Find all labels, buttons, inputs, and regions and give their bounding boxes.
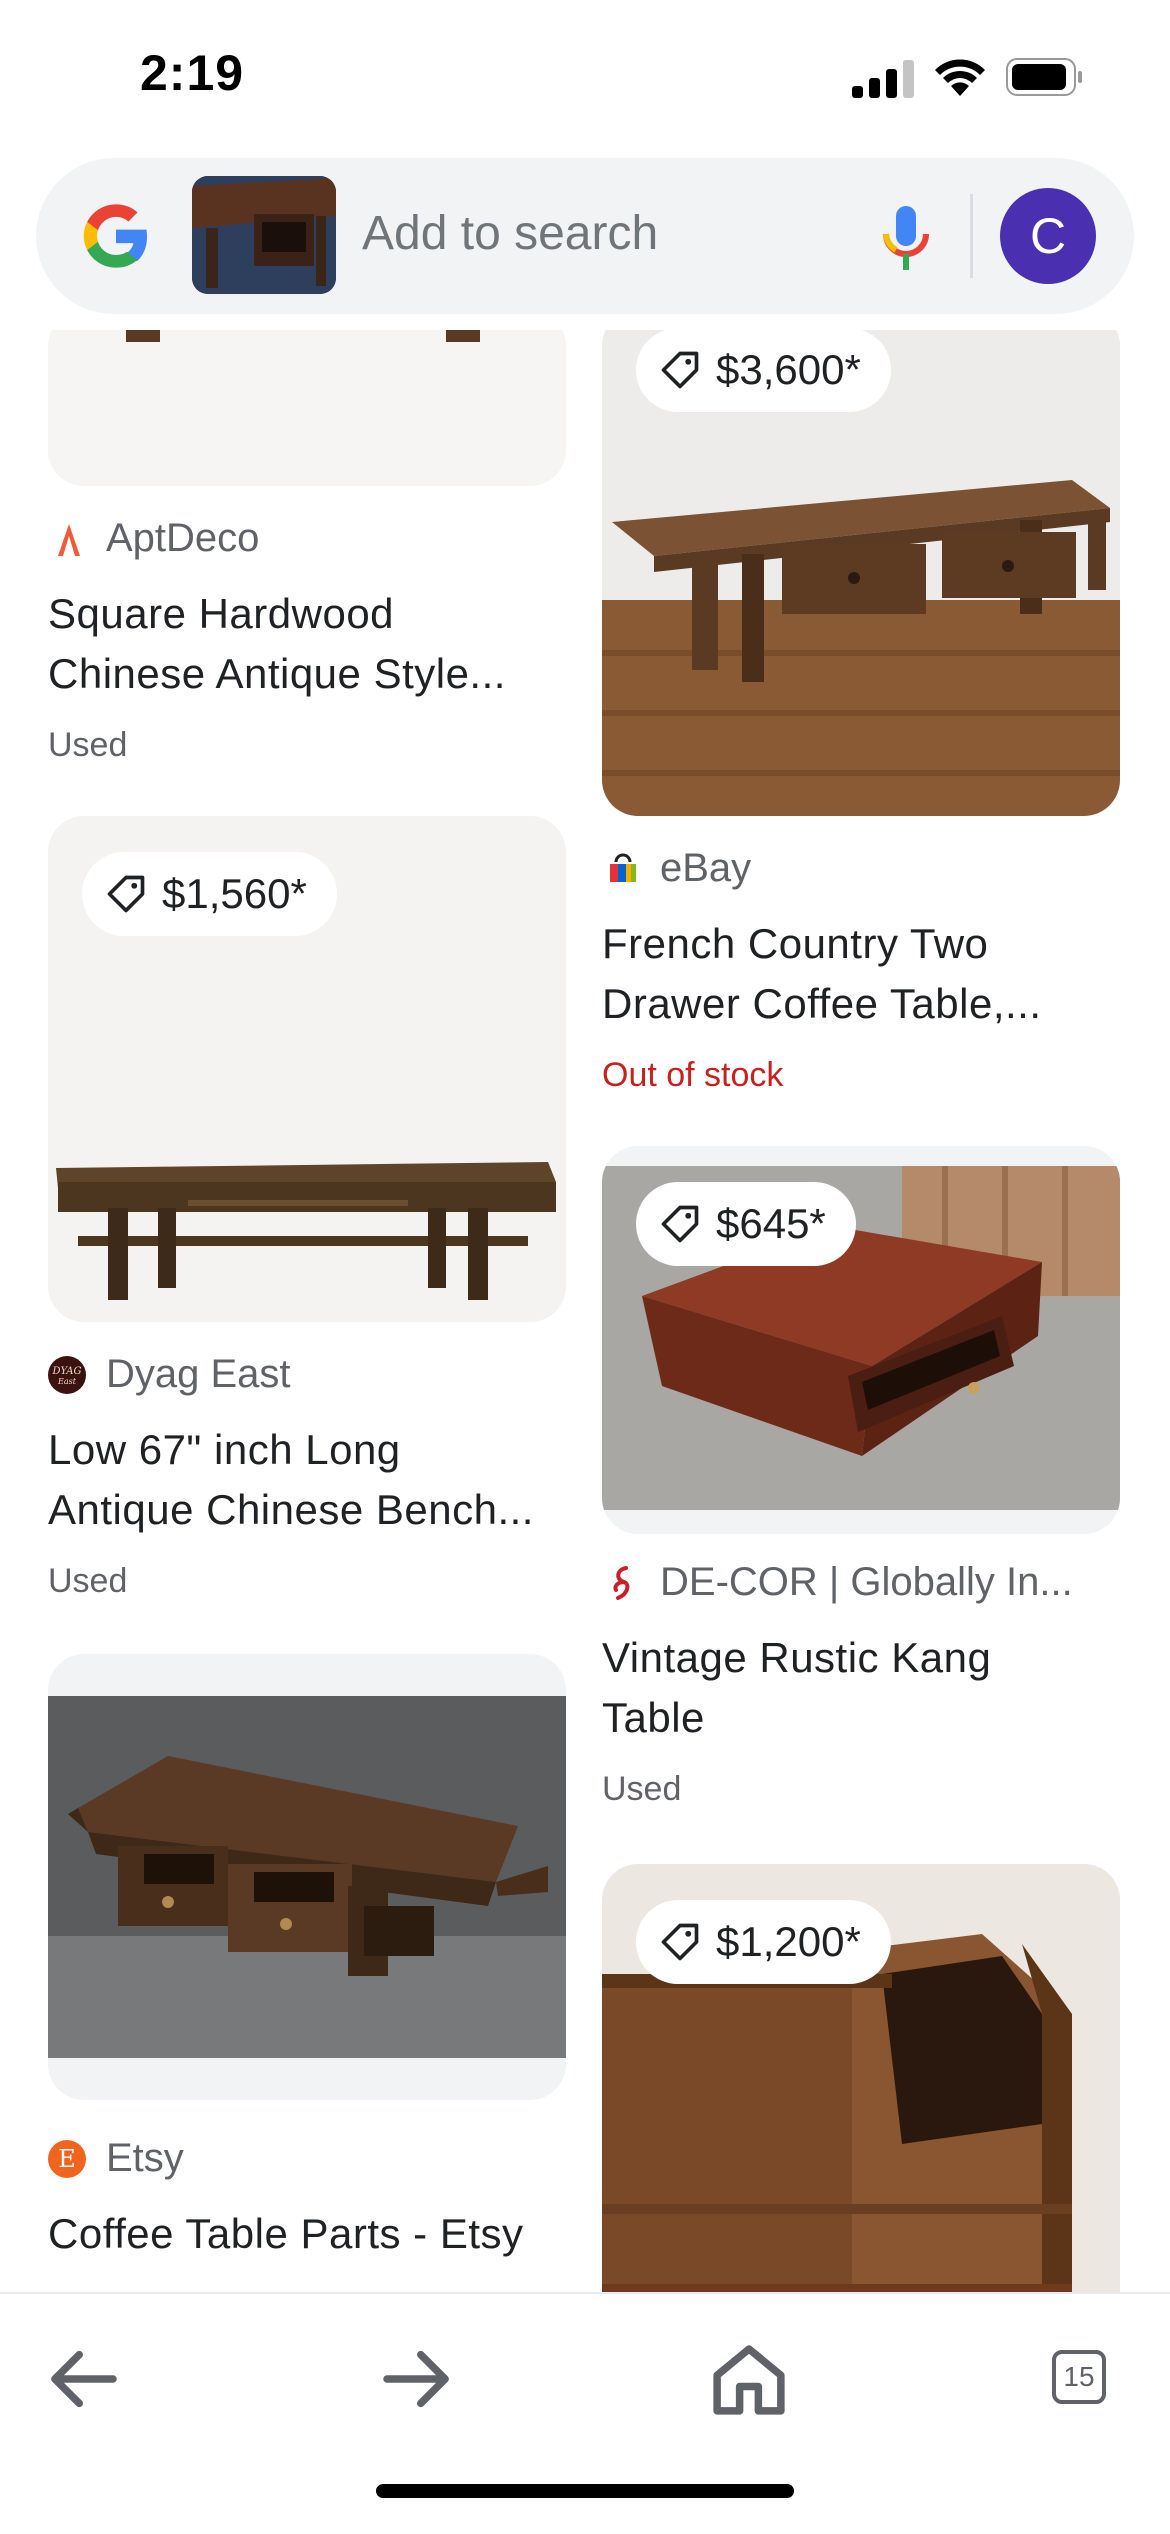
- aptdeco-logo-icon: [58, 524, 80, 556]
- tab-count: 15: [1063, 2361, 1095, 2392]
- results-feed[interactable]: AptDeco Square Hardwood Chinese Antique …: [0, 330, 1170, 2292]
- svg-text:E: E: [58, 2145, 76, 2173]
- result-source[interactable]: Etsy: [106, 2136, 184, 2181]
- cellular-signal-icon: [852, 60, 914, 98]
- price-tag-icon: [661, 1205, 699, 1243]
- result-title[interactable]: Square Hardwood Chinese Antique Style...: [48, 584, 568, 704]
- price-badge: $1,200*: [636, 1900, 891, 1984]
- result-title[interactable]: Low 67" inch Long Antique Chinese Bench.…: [48, 1420, 568, 1540]
- forward-arrow-icon[interactable]: [372, 2334, 462, 2424]
- ebay-logo-icon: [610, 853, 636, 882]
- result-title-line: Vintage Rustic Kang: [602, 1634, 992, 1681]
- result-condition: Used: [48, 726, 128, 764]
- tabs-button[interactable]: 15: [1036, 2334, 1126, 2424]
- result-title-line: Low 67" inch Long: [48, 1426, 401, 1473]
- back-arrow-icon[interactable]: [38, 2334, 128, 2424]
- battery-icon: [1006, 58, 1082, 96]
- google-logo-icon[interactable]: [78, 198, 154, 274]
- result-title-line: Antique Chinese Bench...: [48, 1486, 534, 1533]
- price-value: $645*: [716, 1200, 826, 1247]
- search-bar[interactable]: Add to search C: [36, 158, 1134, 314]
- result-title-line: Chinese Antique Style...: [48, 650, 506, 697]
- result-source[interactable]: DE-COR | Globally In...: [660, 1560, 1073, 1605]
- result-title[interactable]: Vintage Rustic Kang Table: [602, 1628, 1122, 1748]
- decor-logo-icon: [613, 1566, 630, 1600]
- etsy-logo-icon: E: [48, 2140, 86, 2178]
- result-title[interactable]: French Country Two Drawer Coffee Table,.…: [602, 914, 1122, 1034]
- price-tag-icon: [107, 875, 145, 913]
- price-badge: $645*: [636, 1182, 856, 1266]
- price-tag-icon: [661, 351, 699, 389]
- svg-text:East: East: [57, 1377, 77, 1386]
- price-badge: $3,600*: [636, 330, 891, 412]
- price-value: $3,600*: [716, 346, 861, 393]
- result-title-line: French Country Two: [602, 920, 989, 967]
- result-title-line: Square Hardwood: [48, 590, 395, 637]
- home-icon[interactable]: [704, 2334, 794, 2424]
- stock-status: Out of stock: [602, 1056, 784, 1094]
- product-image[interactable]: [48, 1654, 566, 2100]
- price-badge: $1,560*: [82, 852, 337, 936]
- account-avatar[interactable]: C: [1000, 188, 1096, 284]
- wifi-icon: [935, 59, 985, 96]
- status-bar: 2:19: [0, 0, 1170, 150]
- result-condition: Used: [602, 1770, 682, 1808]
- result-source[interactable]: Dyag East: [106, 1352, 291, 1397]
- search-input[interactable]: Add to search: [362, 206, 658, 261]
- search-image-thumbnail[interactable]: [192, 176, 336, 294]
- price-tag-icon: [661, 1923, 699, 1961]
- result-title[interactable]: Coffee Table Parts - Etsy: [48, 2204, 608, 2264]
- svg-text:DYAG: DYAG: [51, 1366, 81, 1377]
- status-time: 2:19: [140, 45, 245, 101]
- price-value: $1,200*: [716, 1918, 861, 1965]
- result-title-line: Drawer Coffee Table,...: [602, 980, 1042, 1027]
- result-source[interactable]: eBay: [660, 846, 751, 891]
- product-image[interactable]: [48, 330, 566, 486]
- home-indicator[interactable]: [376, 2484, 794, 2498]
- result-condition: Used: [48, 1562, 128, 1600]
- microphone-icon[interactable]: [878, 202, 934, 274]
- dyag-east-logo-icon: DYAG East: [48, 1356, 86, 1394]
- result-source[interactable]: AptDeco: [106, 516, 259, 561]
- price-value: $1,560*: [162, 870, 307, 917]
- result-title-line: Table: [602, 1694, 705, 1741]
- search-divider: [970, 194, 973, 278]
